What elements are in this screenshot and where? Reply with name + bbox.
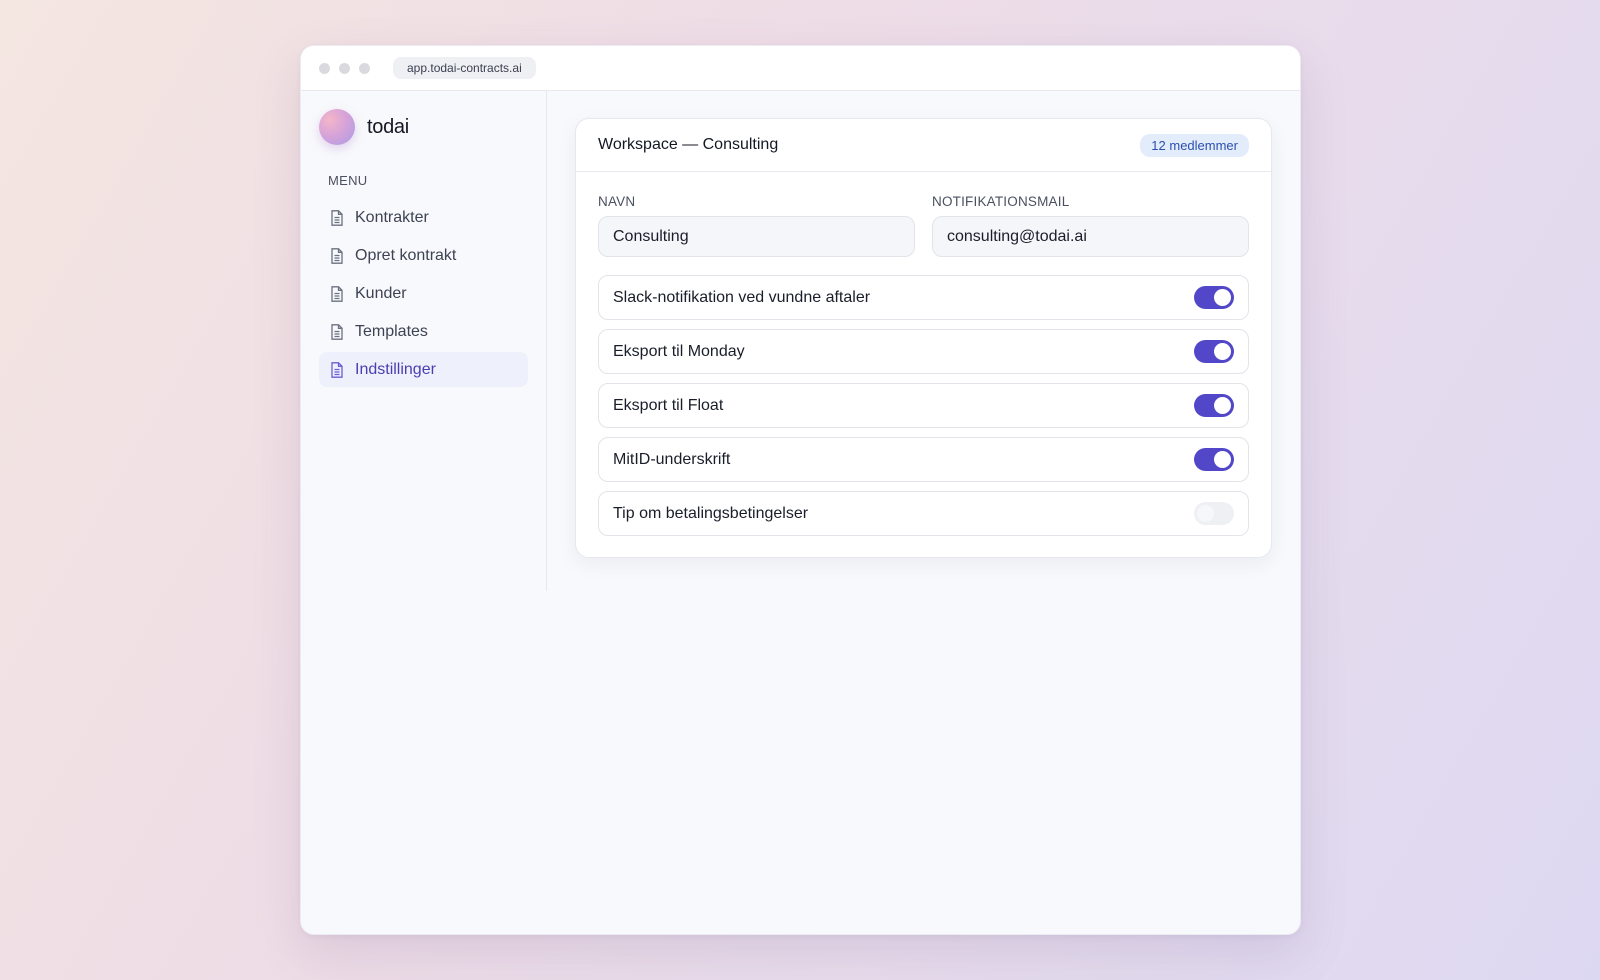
setting-row-monday: Eksport til Monday bbox=[598, 329, 1249, 374]
setting-row-payment-tip: Tip om betalingsbetingelser bbox=[598, 491, 1249, 536]
brand[interactable]: todai bbox=[319, 109, 528, 145]
sidebar-item-opret-kontrakt[interactable]: Opret kontrakt bbox=[319, 238, 528, 273]
document-icon bbox=[331, 285, 343, 302]
sidebar-item-templates[interactable]: Templates bbox=[319, 314, 528, 349]
menu-label: MENU bbox=[328, 173, 368, 188]
workspace-settings-card: Workspace — Consulting 12 medlemmer NAVN… bbox=[575, 118, 1272, 558]
setting-label: MitID-underskrift bbox=[613, 450, 731, 468]
field-row: NAVN Consulting NOTIFIKATIONSMAIL consul… bbox=[598, 194, 1249, 257]
sidebar-item-kontrakter[interactable]: Kontrakter bbox=[319, 200, 528, 235]
email-field-label: NOTIFIKATIONSMAIL bbox=[932, 194, 1070, 209]
name-field-group: NAVN Consulting bbox=[598, 194, 915, 257]
document-icon bbox=[331, 209, 343, 226]
sidebar-item-label: Kunder bbox=[355, 284, 407, 302]
sidebar-item-label: Opret kontrakt bbox=[355, 246, 457, 264]
app-layout: todai MENU Kontrakter Opret kontrakt Kun… bbox=[301, 91, 1300, 591]
sidebar-item-indstillinger[interactable]: Indstillinger bbox=[319, 352, 528, 387]
sidebar-nav: Kontrakter Opret kontrakt Kunder Templat… bbox=[319, 200, 528, 387]
brand-name: todai bbox=[367, 115, 409, 138]
toggle-knob bbox=[1197, 505, 1214, 522]
float-toggle[interactable] bbox=[1194, 394, 1234, 417]
sidebar-item-label: Indstillinger bbox=[355, 360, 436, 378]
setting-row-float: Eksport til Float bbox=[598, 383, 1249, 428]
address-bar[interactable]: app.todai-contracts.ai bbox=[393, 57, 536, 79]
sidebar-item-kunder[interactable]: Kunder bbox=[319, 276, 528, 311]
card-body: NAVN Consulting NOTIFIKATIONSMAIL consul… bbox=[576, 172, 1271, 557]
sidebar: todai MENU Kontrakter Opret kontrakt Kun… bbox=[301, 91, 547, 591]
setting-row-mitid: MitID-underskrift bbox=[598, 437, 1249, 482]
sidebar-item-label: Kontrakter bbox=[355, 208, 429, 226]
toggle-knob bbox=[1214, 289, 1231, 306]
main-content: Workspace — Consulting 12 medlemmer NAVN… bbox=[547, 91, 1300, 591]
email-field-group: NOTIFIKATIONSMAIL consulting@todai.ai bbox=[932, 194, 1249, 257]
monday-toggle[interactable] bbox=[1194, 340, 1234, 363]
setting-label: Slack-notifikation ved vundne aftaler bbox=[613, 288, 871, 306]
toggle-knob bbox=[1214, 451, 1231, 468]
sidebar-item-label: Templates bbox=[355, 322, 428, 340]
toggle-knob bbox=[1214, 397, 1231, 414]
card-header: Workspace — Consulting 12 medlemmer bbox=[576, 119, 1271, 172]
setting-label: Eksport til Monday bbox=[613, 342, 745, 360]
members-badge: 12 medlemmer bbox=[1140, 133, 1249, 157]
browser-titlebar: app.todai-contracts.ai bbox=[301, 46, 1300, 91]
name-field-label: NAVN bbox=[598, 194, 636, 209]
document-icon bbox=[331, 247, 343, 264]
setting-label: Eksport til Float bbox=[613, 396, 724, 414]
email-field[interactable]: consulting@todai.ai bbox=[932, 216, 1249, 257]
payment-tip-toggle[interactable] bbox=[1194, 502, 1234, 525]
slack-toggle[interactable] bbox=[1194, 286, 1234, 309]
setting-label: Tip om betalingsbetingelser bbox=[613, 504, 809, 522]
document-icon bbox=[331, 361, 343, 378]
window-close-dot[interactable] bbox=[319, 62, 330, 74]
mitid-toggle[interactable] bbox=[1194, 448, 1234, 471]
document-icon bbox=[331, 323, 343, 340]
logo-icon bbox=[319, 109, 355, 145]
page-title: Workspace — Consulting bbox=[598, 136, 779, 153]
window-maximize-dot[interactable] bbox=[359, 62, 370, 74]
setting-row-slack: Slack-notifikation ved vundne aftaler bbox=[598, 275, 1249, 320]
name-input[interactable]: Consulting bbox=[598, 216, 915, 257]
toggle-knob bbox=[1214, 343, 1231, 360]
window-minimize-dot[interactable] bbox=[339, 62, 350, 74]
browser-window: app.todai-contracts.ai todai MENU Kontra… bbox=[300, 45, 1301, 935]
